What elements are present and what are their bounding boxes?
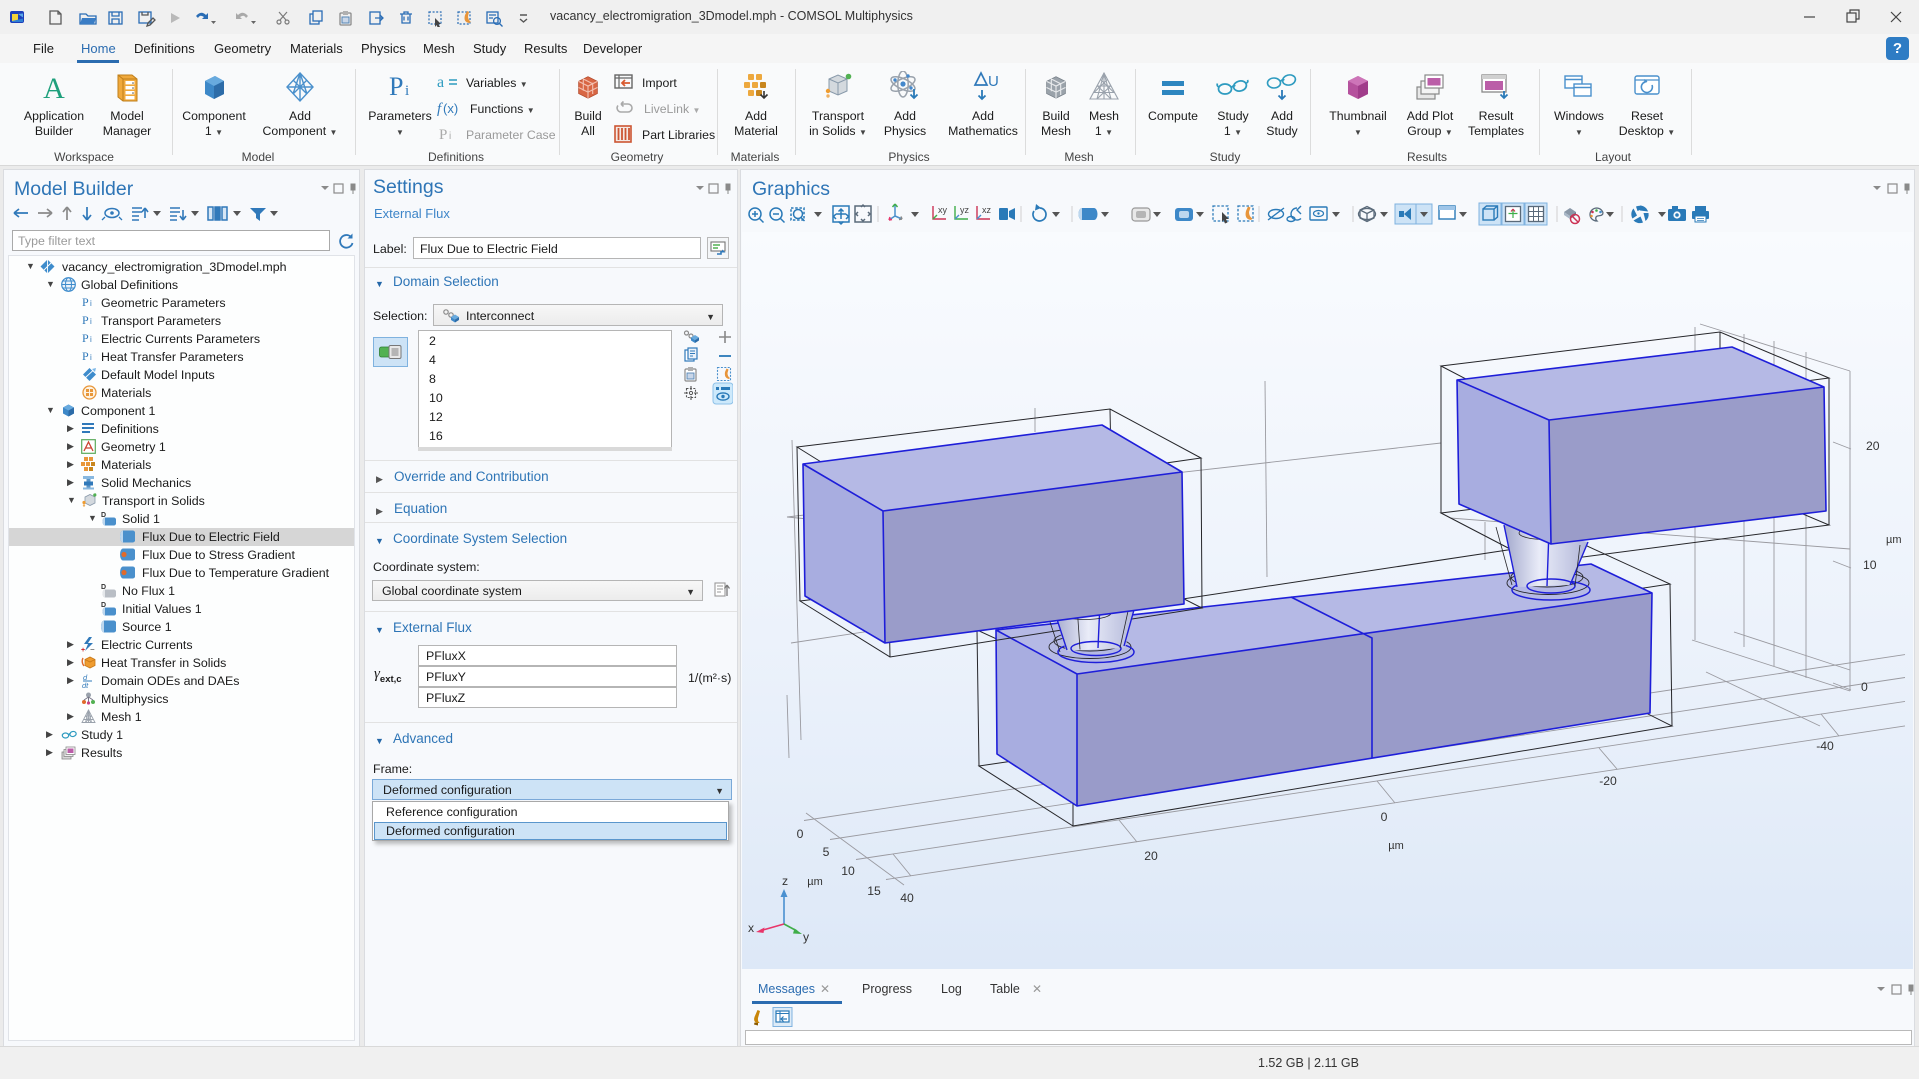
svg-text:yz: yz [960,205,970,215]
svg-text:(x): (x) [443,101,458,116]
svg-text:40: 40 [900,891,914,905]
svg-text:i: i [90,353,92,362]
svg-text:P: P [389,72,403,101]
svg-text:i: i [90,335,92,344]
svg-text:µm: µm [1886,534,1902,546]
svg-text:xy: xy [938,205,948,215]
svg-text:i: i [449,131,451,142]
svg-text:U: U [988,73,999,90]
svg-text:z: z [782,874,788,888]
svg-text:P: P [439,127,447,143]
svg-text:20: 20 [1144,849,1158,863]
svg-text:10: 10 [1863,558,1877,572]
svg-text:P: P [82,331,89,345]
svg-text:20: 20 [1866,439,1880,453]
svg-text:P: P [82,295,89,309]
svg-text:0: 0 [1861,680,1868,694]
svg-text:i: i [405,83,409,99]
svg-text:5: 5 [823,845,830,859]
svg-text:A: A [43,72,65,103]
svg-text:15: 15 [867,884,881,898]
svg-text:P: P [82,349,89,363]
svg-text:−: − [90,645,95,652]
svg-text:10: 10 [841,864,855,878]
svg-text:µm: µm [807,876,823,888]
svg-text:-40: -40 [1816,739,1834,753]
svg-text:i: i [90,299,92,308]
svg-text:xz: xz [982,205,992,215]
svg-text:y: y [803,930,810,944]
svg-text:a: a [437,74,444,91]
svg-text:dt: dt [82,681,89,688]
svg-text:i: i [90,317,92,326]
svg-text:+: + [81,647,85,652]
svg-text:P: P [82,313,89,327]
svg-text:-20: -20 [1599,774,1617,788]
svg-text:µm: µm [1388,840,1404,852]
svg-text:0: 0 [797,827,804,841]
svg-text:x: x [748,921,754,935]
svg-text:0: 0 [1381,810,1388,824]
